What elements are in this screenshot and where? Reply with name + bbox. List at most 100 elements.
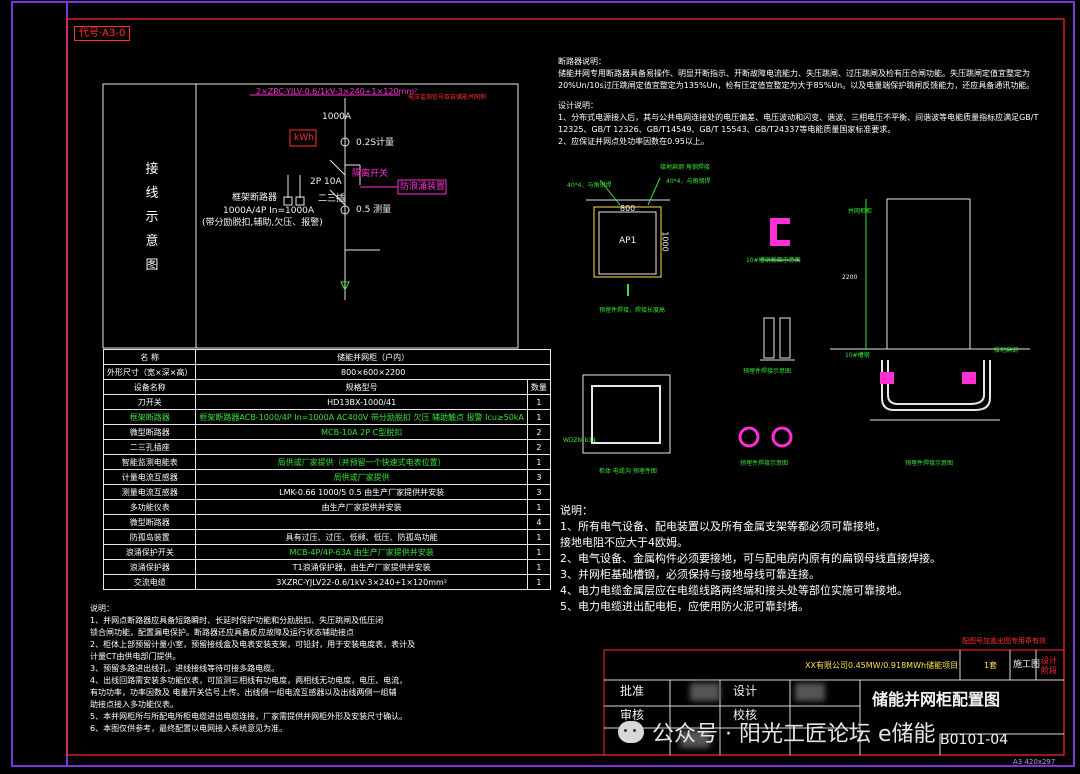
angle-note-1: 40*4，与角钢焊: [567, 182, 612, 189]
table-cols-row: 设备名称 规格型号 数量: [102, 379, 551, 395]
row-spec: MCB-10A 2P C型脱扣: [195, 424, 528, 440]
row-qty: 1: [526, 529, 551, 545]
row-name: 智能监测电能表: [102, 454, 197, 470]
note-line: 12325、GB/T 12326、GB/T14549、GB/T 15543、GB…: [558, 125, 896, 134]
row-qty: 1: [526, 454, 551, 470]
table-row: 防孤岛装置 具有过压、过压、低频、低压、防孤岛功能 1: [102, 529, 551, 545]
row-qty: 3: [526, 484, 551, 500]
label-char: 图: [145, 258, 159, 273]
note-line: 1、分布式电源接入后，其与公共电网连接处的电压偏差、电压波动和闪变、谐波、三相电…: [558, 113, 1039, 122]
dims-name: 外形尺寸（宽×深×高）: [102, 364, 197, 380]
note-line: 20%Un/10s过压跳闸定值宜整定为135%Un，检有压定值宜整定为大于85%…: [558, 81, 1035, 90]
row-name: 微型断路器: [102, 514, 197, 530]
table-row: 浪涌保护开关 MCB-4P/4P-63A 由生产厂家提供并安装 1: [102, 544, 551, 560]
angle-note-2: 40*4，与角钢焊: [666, 178, 711, 185]
row-qty: 2: [526, 439, 551, 455]
drawing-title: 储能并网柜配置图: [872, 690, 1001, 709]
table-row: 二三孔插座 2: [102, 439, 551, 455]
voltage-note: 电压监测信号取自储能并网侧: [408, 94, 487, 101]
frame-caption: 柜体 电缆沟 预埋件图: [599, 468, 657, 475]
frame-label: WDZN-b14: [563, 437, 596, 444]
rod-note: 10#槽钢: [845, 352, 870, 359]
row-spec: 3XZRC-YJLV22-0.6/1kV-3×240+1×120mm²: [195, 574, 528, 590]
row-name: 浪涌保护器: [102, 559, 197, 575]
row-spec: 局供或厂家提供（并预留一个快速式电表位置）: [195, 454, 528, 470]
row-spec: T1浪涌保护器，由生产厂家提供并安装: [195, 559, 528, 575]
version: 1套: [984, 661, 998, 670]
breaker-2p-label: 2P 10A: [310, 177, 342, 187]
note-line: 储能并网专用断路器具备易操作、明显开断指示、开断故障电流能力、失压跳闸、过压跳闸…: [558, 69, 1030, 78]
blurred-signature: [795, 683, 825, 701]
top-notes: 断路器说明： 储能并网专用断路器具备易操作、明显开断指示、开断故障电流能力、失压…: [558, 56, 1038, 148]
pipe-label: 预埋件焊接示意图: [743, 368, 792, 375]
measure-label: 0.5 测量: [356, 205, 392, 215]
row-qty: 1: [526, 409, 551, 425]
note-line: 1、并网点断路器应具备短路瞬时、长延时保护功能和分励脱扣、失压跳闸及低压闭: [90, 616, 384, 625]
row-name: 浪涌保护开关: [102, 544, 197, 560]
frame-breaker-label: 框架断路器: [232, 193, 278, 203]
cabinet-dim: 2200: [842, 274, 858, 281]
left-notes: 说明： 1、并网点断路器应具备短路瞬时、长延时保护功能和分励脱扣、失压跳闸及低压…: [90, 603, 415, 735]
approve-label: 批准: [620, 684, 645, 698]
row-spec: 由生产厂家提供并安装: [195, 499, 528, 515]
row-qty: 1: [526, 394, 551, 410]
equipment-table: 名 称 储能并网柜（户内） 外形尺寸（宽×深×高） 800×600×2200 设…: [102, 349, 551, 590]
meter-label: 0.2S计量: [356, 138, 395, 148]
table-row: 测量电流互感器 LMK-0.66 1000/5 0.5 由生产厂家提供并安装 3: [102, 484, 551, 500]
top-notes-title1: 断路器说明：: [558, 57, 606, 66]
row-name: 二三孔插座: [102, 439, 197, 455]
header-name: 名 称: [102, 349, 197, 365]
note-line: 4、出线回路需安装多功能仪表，可监测三相线有功电度，两相线无功电度，电压、电流，: [90, 676, 408, 685]
table-row: 框架断路器 框架断路器ACB-1000/4P In=1000A AC400V 带分…: [102, 409, 551, 425]
frame-breaker-spec: 1000A/4P In=1000A: [223, 206, 315, 216]
ap1-label: AP1: [619, 236, 637, 246]
spd-label: 防浪涌装置: [400, 182, 446, 192]
row-qty: 1: [526, 499, 551, 515]
row-qty: 1: [526, 544, 551, 560]
note-line: 3、预留多路进出线孔，进线接线等待可接多路电缆。: [90, 664, 280, 673]
stage-label: 施工图: [1013, 660, 1041, 670]
note-line: 锁合闸功能，配置漏电保护。断路器还应具备反应故障及运行状态辅助接点: [90, 628, 354, 637]
channel-section-label: 预埋件焊接示意图: [740, 460, 789, 467]
row-name: 测量电流互感器: [102, 484, 197, 500]
blurred-signature: [690, 683, 720, 701]
row-name: 计量电流互感器: [102, 469, 197, 485]
note-line: 4、电力电缆金属层应在电缆线路两终端和接头处等部位实施可靠接地。: [560, 584, 908, 597]
note-line: 2、电气设备、金属构件必须要接地，可与配电房内原有的扁钢母线直接焊接。: [560, 552, 941, 565]
note-line: 接地电阻不应大于4欧姆。: [560, 536, 688, 549]
row-spec: LMK-0.66 1000/5 0.5 由生产厂家提供并安装: [195, 484, 528, 500]
row-spec: 具有过压、过压、低频、低压、防孤岛功能: [195, 529, 528, 545]
frame-breaker-features: (带分励脱扣,辅助,欠压、报警): [202, 218, 323, 228]
table-row: 刀开关 HD13BX-1000/41 1: [102, 394, 551, 410]
note-line: 2、应保证并网点处功率因数在0.95以上。: [558, 137, 709, 146]
col-spec: 规格型号: [195, 379, 528, 395]
header-value: 储能并网柜（户内）: [195, 349, 551, 365]
drawing-code: 代号·A3-0: [74, 26, 131, 41]
socket-label: 二三插: [318, 194, 346, 204]
side-note: 接地扁钢: [994, 347, 1019, 354]
table-dims-row: 外形尺寸（宽×深×高） 800×600×2200: [102, 364, 551, 380]
note-line: 3、并网柜基础槽钢，必须保持与接地母线可靠连接。: [560, 568, 820, 581]
table-row: 多功能仪表 由生产厂家提供并安装 1: [102, 499, 551, 515]
row-name: 多功能仪表: [102, 499, 197, 515]
table-row: 微型断路器 MCB-10A 2P C型脱扣 2: [102, 424, 551, 440]
bottom-notes-title: 说明：: [560, 504, 593, 517]
drawing-number: B0101-04: [940, 732, 1009, 748]
bottom-notes: 说明： 1、所有电气设备、配电装置以及所有金属支架等都必须可靠接地， 接地电阻不…: [560, 503, 941, 615]
row-name: 框架断路器: [102, 409, 197, 425]
label-char: 意: [145, 234, 159, 249]
note-line: 有功功率，功率因数及 电量开关信号上传。出线侧一组电流互感器以及出线两侧一组辅: [90, 688, 397, 697]
fixing-note: 预埋件焊接，焊接长度高: [599, 307, 666, 314]
row-qty: 3: [526, 469, 551, 485]
note-line: 1、所有电气设备、配电装置以及所有金属支架等都必须可靠接地，: [560, 520, 886, 533]
project-name: XX有限公司0.45MW/0.918MWh储能项目: [805, 661, 959, 670]
left-notes-title: 说明：: [90, 604, 114, 613]
label-char: 线: [145, 186, 159, 201]
cabinet-caption: 预埋件焊接示意图: [905, 460, 954, 467]
height-dim: 1000: [660, 231, 670, 252]
row-spec: 框架断路器ACB-1000/4P In=1000A AC400V 带分励脱扣 欠…: [195, 409, 528, 425]
note-line: 5、电力电缆进出配电柜，应使用防火泥可靠封堵。: [560, 600, 809, 613]
col-name: 设备名称: [102, 379, 197, 395]
note-line: 助接点接入多功能仪表。: [90, 700, 178, 709]
row-qty: 4: [526, 514, 551, 530]
